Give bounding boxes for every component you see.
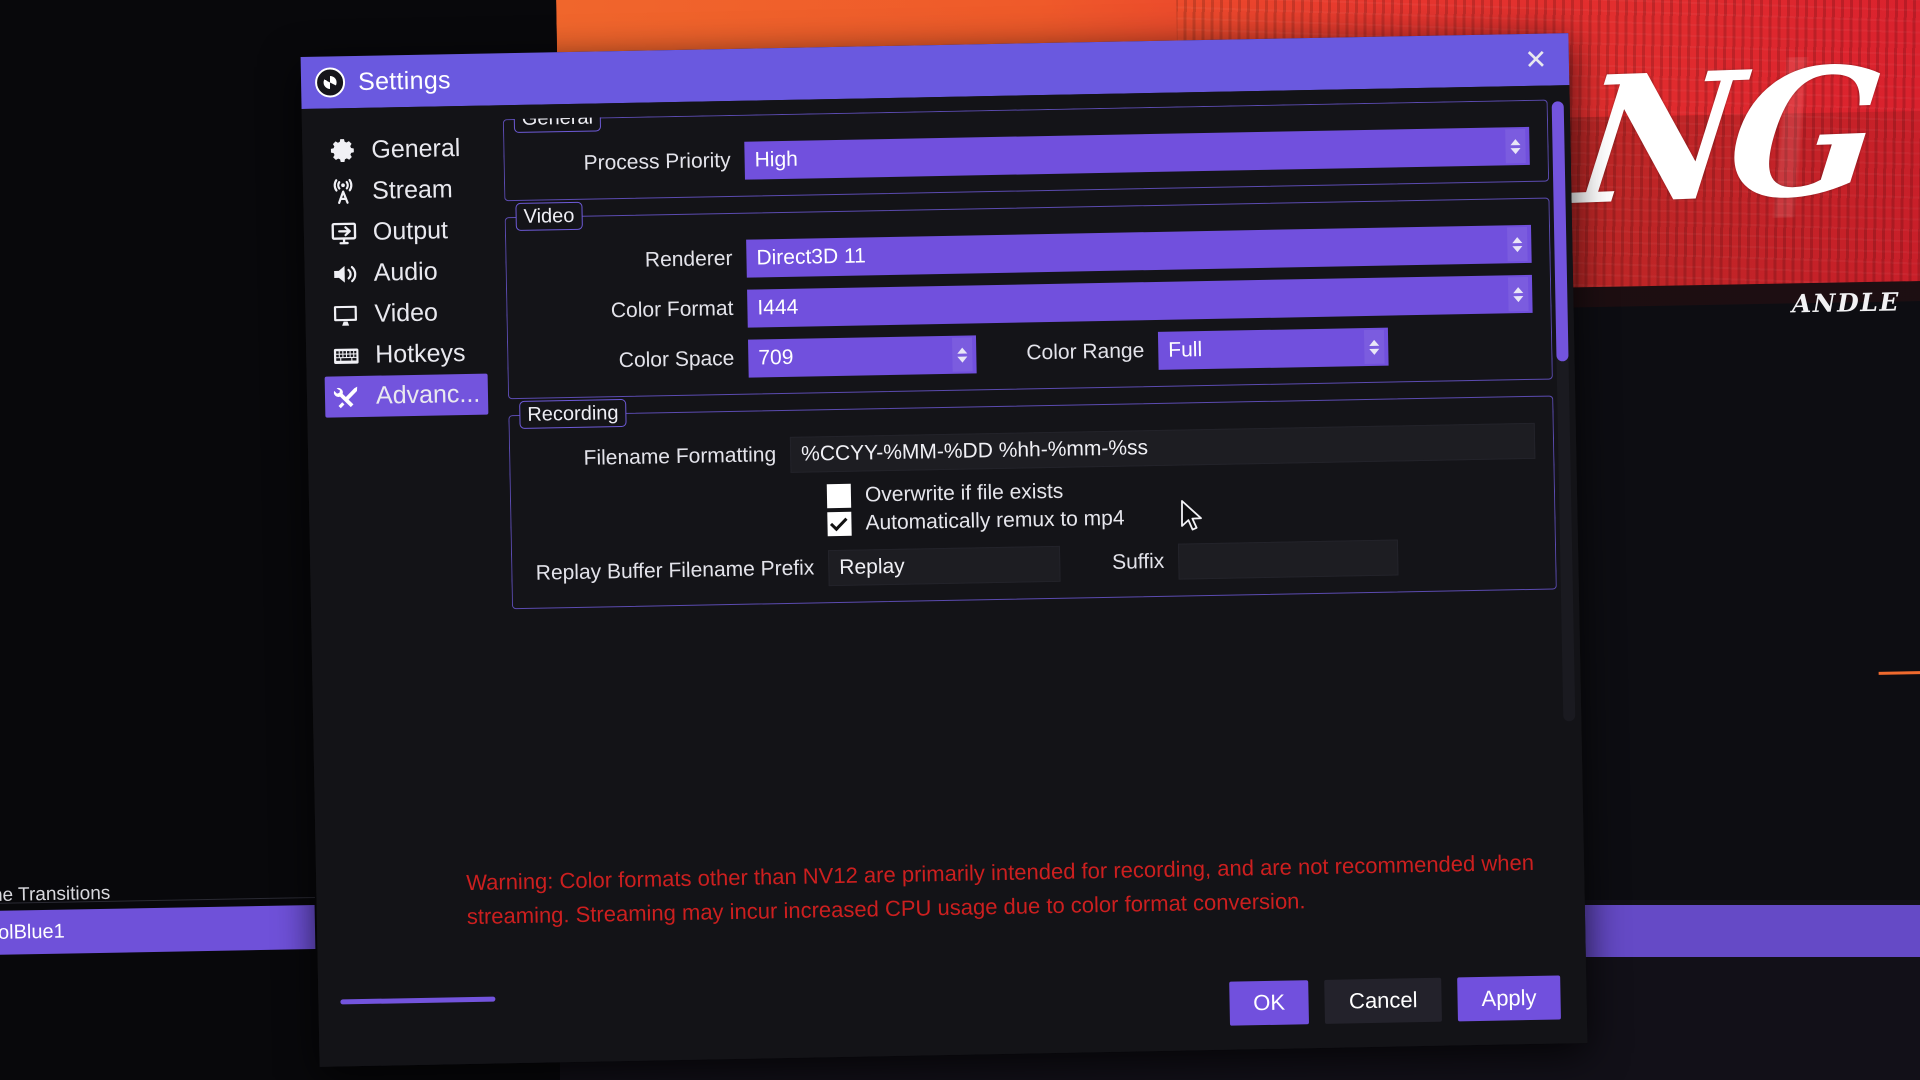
color-range-select[interactable]: Full [1157,327,1389,370]
screen: NG ANDLE YOUTUBEURL SUN DAY OFF ne Trans… [0,0,1920,1080]
group-recording-title: Recording [519,398,627,429]
handle-label: ANDLE [1791,286,1901,318]
settings-scroll-area: General Process Priority High Video Rend… [502,99,1560,760]
sidebar-item-output[interactable]: Output [322,209,498,253]
ok-button[interactable]: OK [1228,980,1310,1026]
brush-word: NG [1565,29,1886,246]
replay-prefix-value: Replay [839,554,905,579]
speaker-icon [328,258,361,289]
remux-mp4-label: Automatically remux to mp4 [865,506,1125,535]
sidebar-item-label: Audio [373,257,438,287]
settings-scrollbar-thumb[interactable] [1551,101,1569,362]
replay-prefix-input[interactable]: Replay [827,545,1061,587]
remux-mp4-checkbox[interactable] [827,511,852,537]
sidebar-item-label: Hotkeys [374,338,466,369]
group-general-title: General [513,103,602,134]
dialog-button-bar: OK Cancel Apply [1228,975,1561,1026]
replay-suffix-input[interactable] [1177,539,1399,580]
sidebar-item-hotkeys[interactable]: Hotkeys [324,332,500,376]
keyboard-icon [330,340,363,371]
sidebar-item-video[interactable]: Video [323,291,499,335]
sidebar-item-label: General [371,134,461,164]
dialog-body: General Stream Output Audio Video Hotkey… [301,85,1588,1067]
overwrite-label: Overwrite if file exists [864,479,1064,507]
replay-suffix-label: Suffix [1111,549,1165,574]
output-icon [328,217,361,248]
color-format-value: I444 [757,295,799,320]
group-video: Video Renderer Direct3D 11 Color Format [504,197,1553,400]
filename-formatting-value: %CCYY-%MM-%DD %hh-%mm-%ss [800,436,1149,466]
left-panel-selected-item[interactable]: olBlue1 [0,905,316,955]
chevron-updown-icon[interactable] [1507,226,1528,262]
color-range-label: Color Range [1026,339,1145,365]
renderer-label: Renderer [644,246,733,272]
obs-logo-icon [314,67,346,98]
sidebar-horizontal-scrollbar[interactable] [340,996,496,1005]
sidebar-item-label: Advanc... [375,379,481,410]
gear-icon [326,135,359,166]
row-replay-buffer-prefix: Replay Buffer Filename Prefix Replay Suf… [530,537,1537,592]
chevron-updown-icon[interactable] [1507,276,1529,312]
color-format-label: Color Format [610,296,734,323]
sidebar-item-label: Video [374,298,439,328]
apply-button[interactable]: Apply [1457,975,1561,1022]
color-space-select[interactable]: 709 [748,335,977,378]
chevron-updown-icon[interactable] [1505,128,1526,164]
row-color-format: Color Format I444 [525,274,1533,332]
row-color-space-range: Color Space 709 Color Range Full [526,325,1534,382]
row-filename-formatting: Filename Formatting %CCYY-%MM-%DD %hh-%m… [528,422,1536,478]
chevron-updown-icon[interactable] [1363,329,1385,365]
process-priority-label: Process Priority [583,148,731,175]
color-range-value: Full [1168,338,1203,362]
social-handles-row: ANDLE YOUTUBEURL [1791,262,1920,334]
sidebar-item-audio[interactable]: Audio [322,250,498,294]
cancel-button[interactable]: Cancel [1324,977,1442,1024]
renderer-select[interactable]: Direct3D 11 [746,224,1532,278]
process-priority-select[interactable]: High [744,126,1530,180]
settings-dialog: Settings ✕ General Stream Output Audio V… [300,33,1588,1067]
row-process-priority: Process Priority High [522,126,1530,184]
process-priority-value: High [754,147,799,172]
sidebar-item-label: Stream [371,175,453,205]
dialog-title: Settings [357,65,452,96]
tools-icon [331,381,364,412]
group-video-title: Video [515,201,583,232]
group-general: General Process Priority High [502,99,1550,202]
filename-formatting-input[interactable]: %CCYY-%MM-%DD %hh-%mm-%ss [789,422,1536,473]
chevron-updown-icon[interactable] [952,337,973,372]
sidebar-item-label: Output [372,216,449,246]
color-space-value: 709 [758,345,794,370]
close-icon[interactable]: ✕ [1519,42,1554,77]
overwrite-checkbox[interactable] [826,483,852,509]
check-icon [829,512,848,531]
monitor-icon [329,299,362,330]
renderer-value: Direct3D 11 [756,244,866,270]
sidebar-item-advanced[interactable]: Advanc... [324,373,489,418]
color-space-label: Color Space [618,346,735,373]
filename-formatting-label: Filename Formatting [583,443,777,470]
row-renderer: Renderer Direct3D 11 [524,224,1532,282]
sidebar-item-general[interactable]: General [320,127,496,171]
broadcast-icon [327,176,360,207]
group-recording: Recording Filename Formatting %CCYY-%MM-… [508,395,1557,610]
sidebar-item-stream[interactable]: Stream [321,168,497,212]
schedule-accent-line [1878,669,1920,675]
color-format-select[interactable]: I444 [747,274,1533,328]
replay-prefix-label: Replay Buffer Filename Prefix [535,556,815,585]
